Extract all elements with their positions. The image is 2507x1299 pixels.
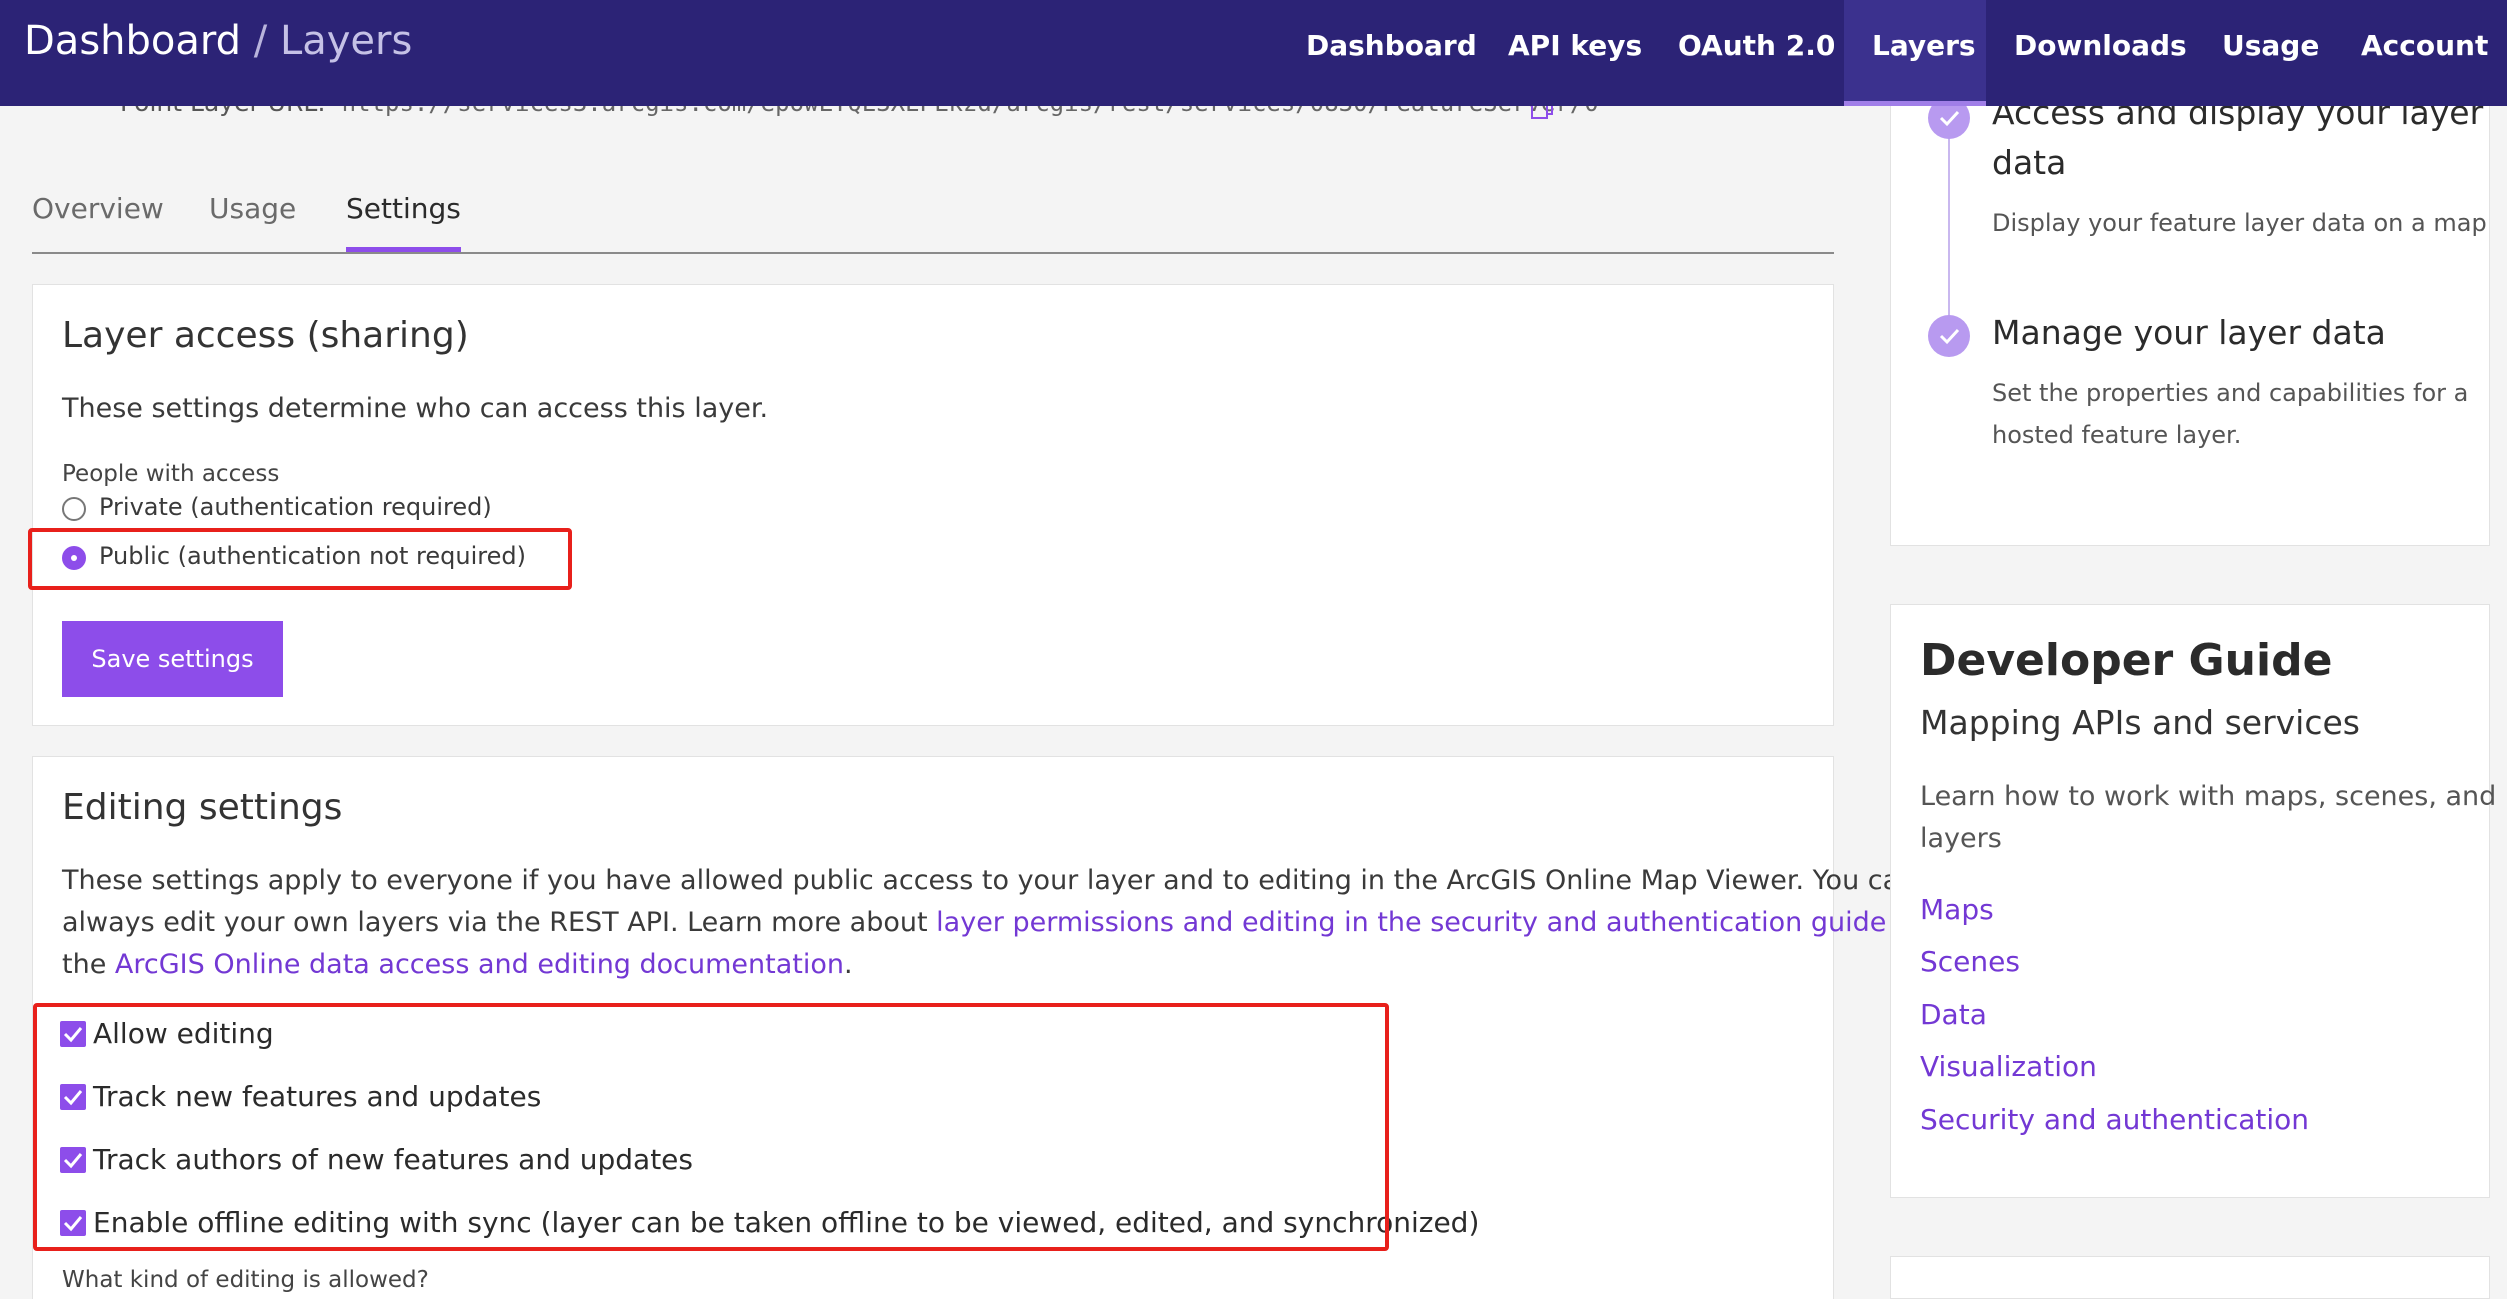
people-with-access-label: People with access [62, 461, 280, 487]
next-side-card [1890, 1256, 2490, 1299]
guide-link-maps[interactable]: Maps [1920, 893, 1994, 926]
step-title-manage: Manage your layer data [1992, 313, 2386, 352]
arcgis-docs-link[interactable]: ArcGIS Online data access and editing do… [115, 949, 844, 980]
highlight-editing-checkboxes [33, 1003, 1389, 1251]
nav-account[interactable]: Account [2361, 0, 2488, 106]
top-navigation-bar: Dashboard / Layers Dashboard API keys OA… [0, 0, 2507, 106]
layer-access-description: These settings determine who can access … [62, 393, 769, 424]
nav-layers[interactable]: Layers [1844, 0, 1986, 106]
step-desc-access: Display your feature layer data on a map [1992, 209, 2487, 237]
editing-desc-line2-text: always edit your own layers via the REST… [62, 907, 937, 938]
radio-private[interactable] [62, 497, 86, 521]
editing-desc-line3-suffix: . [844, 949, 853, 980]
developer-guide-title: Developer Guide [1920, 635, 2333, 686]
radio-private-label[interactable]: Private (authentication required) [99, 493, 492, 521]
nav-dashboard[interactable]: Dashboard [1306, 0, 1477, 106]
editing-settings-title: Editing settings [62, 787, 343, 828]
save-settings-button[interactable]: Save settings [62, 621, 283, 697]
editing-desc-line3-text: the [62, 949, 115, 980]
editing-desc-line1: These settings apply to everyone if you … [62, 865, 1917, 896]
guide-link-scenes[interactable]: Scenes [1920, 945, 2020, 978]
editing-desc-line3: the ArcGIS Online data access and editin… [62, 949, 853, 980]
highlight-public-option [28, 528, 572, 590]
layer-access-card: Layer access (sharing) These settings de… [32, 284, 1834, 726]
step-desc-manage-line2: hosted feature layer. [1992, 421, 2242, 449]
editing-kind-question: What kind of editing is allowed? [62, 1267, 429, 1293]
nav-oauth[interactable]: OAuth 2.0 [1678, 0, 1835, 106]
breadcrumb: Dashboard / Layers [24, 18, 412, 64]
step-desc-manage-line1: Set the properties and capabilities for … [1992, 379, 2469, 407]
nav-api-keys[interactable]: API keys [1508, 0, 1642, 106]
step-complete-icon [1928, 315, 1970, 357]
guide-link-visualization[interactable]: Visualization [1920, 1050, 2097, 1083]
nav-usage[interactable]: Usage [2222, 0, 2319, 106]
tab-settings[interactable]: Settings [346, 192, 461, 252]
developer-guide-card: Developer Guide Mapping APIs and service… [1890, 604, 2496, 1198]
nav-downloads[interactable]: Downloads [2014, 0, 2187, 106]
settings-tabs: Overview Usage Settings [32, 192, 1834, 254]
breadcrumb-separator: / [253, 18, 268, 64]
step-title-access-cont: data [1992, 143, 2067, 182]
security-guide-link[interactable]: layer permissions and editing in the sec… [936, 907, 1886, 938]
guide-link-security[interactable]: Security and authentication [1920, 1103, 2309, 1136]
layer-access-title: Layer access (sharing) [62, 315, 469, 356]
developer-guide-desc-line2: layers [1920, 823, 2002, 854]
developer-guide-desc-line1: Learn how to work with maps, scenes, and [1920, 781, 2497, 812]
breadcrumb-layers: Layers [279, 18, 413, 64]
developer-guide-subtitle: Mapping APIs and services [1920, 703, 2360, 742]
breadcrumb-dashboard[interactable]: Dashboard [24, 18, 241, 64]
tab-overview[interactable]: Overview [32, 192, 164, 252]
tab-usage[interactable]: Usage [209, 192, 296, 252]
steps-card: Access and display your layer data Displ… [1890, 80, 2490, 546]
editing-desc-line2: always edit your own layers via the REST… [62, 907, 1923, 938]
guide-link-data[interactable]: Data [1920, 998, 1987, 1031]
